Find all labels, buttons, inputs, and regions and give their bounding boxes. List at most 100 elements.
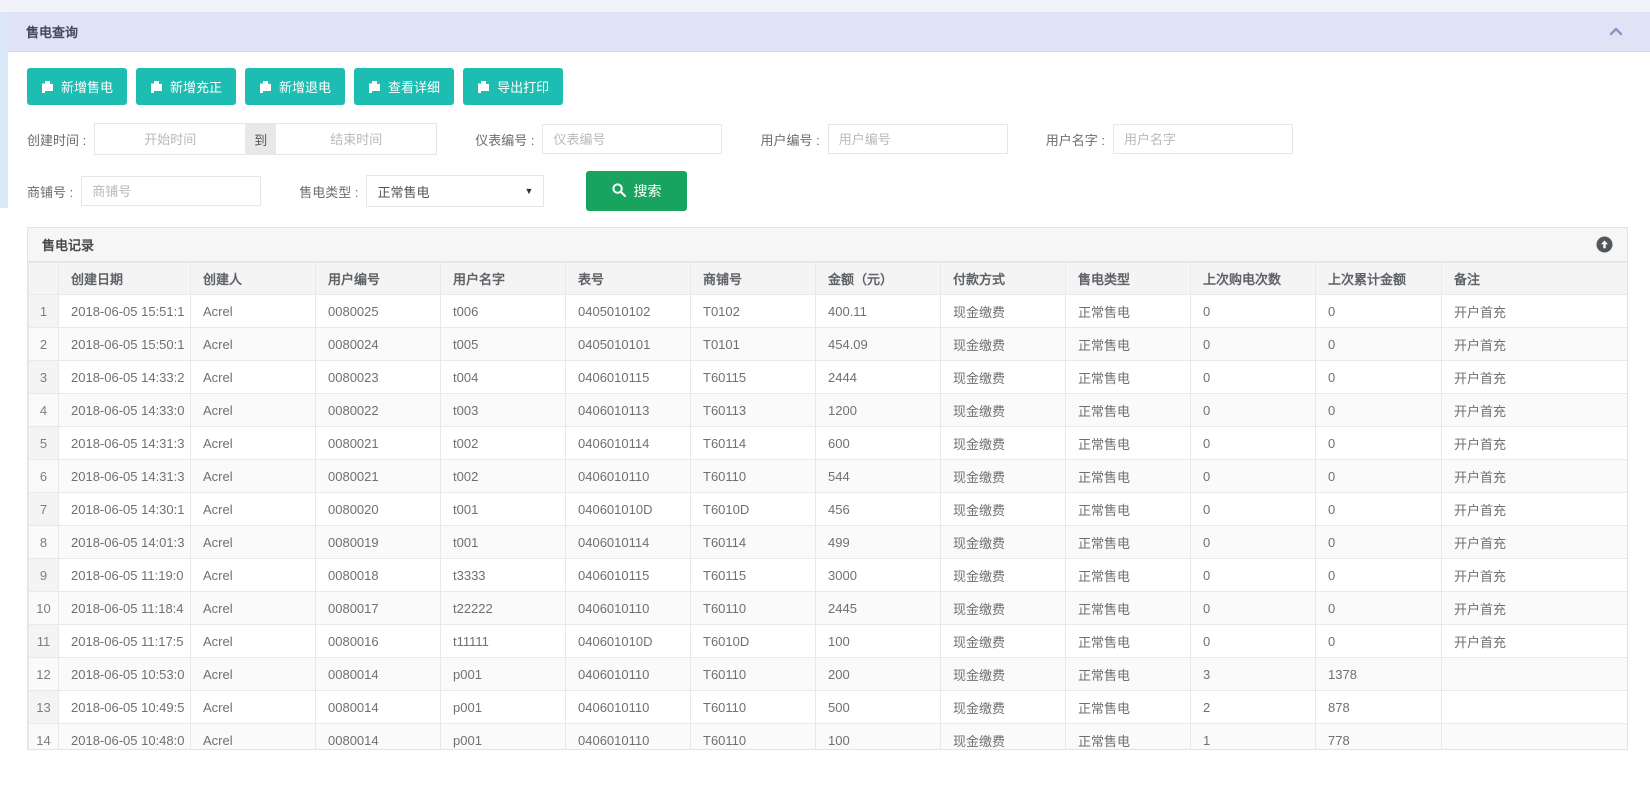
table-cell: t004 — [441, 361, 566, 394]
table-cell: 现金缴费 — [941, 658, 1066, 691]
table-cell: 0 — [1191, 493, 1316, 526]
row-index-cell: 6 — [29, 460, 59, 493]
shop-no-input[interactable] — [81, 176, 261, 206]
meter-no-label: 仪表编号 : — [475, 130, 534, 149]
records-panel-header: 售电记录 — [28, 228, 1627, 262]
table-row[interactable]: 72018-06-05 14:30:1Acrel0080020t00104060… — [29, 493, 1629, 526]
table-cell: 0 — [1316, 295, 1442, 328]
sale-type-select[interactable]: 正常售电 ▼ — [366, 175, 544, 207]
table-row[interactable]: 132018-06-05 10:49:5Acrel0080014p0010406… — [29, 691, 1629, 724]
row-index-cell: 9 — [29, 559, 59, 592]
search-button[interactable]: 搜索 — [586, 171, 687, 211]
table-cell: 现金缴费 — [941, 691, 1066, 724]
table-cell: t22222 — [441, 592, 566, 625]
row-index-cell: 12 — [29, 658, 59, 691]
chevron-up-icon[interactable] — [1608, 24, 1624, 40]
start-time-input[interactable] — [95, 124, 245, 154]
table-row[interactable]: 32018-06-05 14:33:2Acrel0080023t00404060… — [29, 361, 1629, 394]
table-cell: 0080022 — [316, 394, 441, 427]
table-cell: 开户首充 — [1442, 625, 1629, 658]
table-cell: 开户首充 — [1442, 328, 1629, 361]
row-index-cell: 8 — [29, 526, 59, 559]
user-no-input[interactable] — [828, 124, 1008, 154]
table-row[interactable]: 122018-06-05 10:53:0Acrel0080014p0010406… — [29, 658, 1629, 691]
table-cell: 0406010114 — [566, 526, 691, 559]
table-cell: 200 — [816, 658, 941, 691]
table-row[interactable]: 22018-06-05 15:50:1Acrel0080024t00504050… — [29, 328, 1629, 361]
table-cell: 0406010110 — [566, 592, 691, 625]
table-cell: 0 — [1316, 328, 1442, 361]
create-time-range: 到 — [94, 123, 437, 155]
table-cell: 正常售电 — [1066, 559, 1191, 592]
table-cell: 正常售电 — [1066, 691, 1191, 724]
table-cell: 2018-06-05 11:17:5 — [59, 625, 191, 658]
table-row[interactable]: 112018-06-05 11:17:5Acrel0080016t1111104… — [29, 625, 1629, 658]
row-index-cell: 7 — [29, 493, 59, 526]
table-cell: T60113 — [691, 394, 816, 427]
table-cell: 0080020 — [316, 493, 441, 526]
table-row[interactable]: 12018-06-05 15:51:1Acrel0080025t00604050… — [29, 295, 1629, 328]
table-cell: 2018-06-05 10:53:0 — [59, 658, 191, 691]
table-cell: 2444 — [816, 361, 941, 394]
table-cell: 100 — [816, 724, 941, 751]
table-cell: T6010D — [691, 493, 816, 526]
records-panel-title: 售电记录 — [42, 235, 94, 254]
table-cell: 2018-06-05 14:01:3 — [59, 526, 191, 559]
view-detail-button[interactable]: 查看详细 — [354, 68, 454, 105]
toolbar-button-label: 导出打印 — [497, 77, 549, 96]
search-icon — [612, 183, 626, 200]
collapse-circle-up-icon[interactable] — [1596, 236, 1613, 253]
sidebar-edge — [0, 12, 8, 208]
user-name-input[interactable] — [1113, 124, 1293, 154]
table-row[interactable]: 82018-06-05 14:01:3Acrel0080019t00104060… — [29, 526, 1629, 559]
table-cell: 现金缴费 — [941, 394, 1066, 427]
table-row[interactable]: 102018-06-05 11:18:4Acrel0080017t2222204… — [29, 592, 1629, 625]
table-cell: 0 — [1316, 361, 1442, 394]
table-row[interactable]: 62018-06-05 14:31:3Acrel0080021t00204060… — [29, 460, 1629, 493]
table-cell: 现金缴费 — [941, 493, 1066, 526]
table-cell: 400.11 — [816, 295, 941, 328]
table-cell: Acrel — [191, 394, 316, 427]
table-cell: Acrel — [191, 625, 316, 658]
table-cell: Acrel — [191, 658, 316, 691]
table-cell: T60110 — [691, 658, 816, 691]
file-icon — [368, 80, 381, 94]
table-cell: 544 — [816, 460, 941, 493]
export-print-button[interactable]: 导出打印 — [463, 68, 563, 105]
toolbar-button-label: 新增退电 — [279, 77, 331, 96]
table-cell: 开户首充 — [1442, 427, 1629, 460]
meter-no-input[interactable] — [542, 124, 722, 154]
add-recharge-button[interactable]: 新增充正 — [136, 68, 236, 105]
file-icon — [150, 80, 163, 94]
table-cell: 0 — [1316, 427, 1442, 460]
toolbar-button-label: 新增售电 — [61, 77, 113, 96]
table-cell: t001 — [441, 526, 566, 559]
table-cell: 开户首充 — [1442, 493, 1629, 526]
table-row[interactable]: 42018-06-05 14:33:0Acrel0080022t00304060… — [29, 394, 1629, 427]
table-cell: 0080016 — [316, 625, 441, 658]
table-cell: 3000 — [816, 559, 941, 592]
table-row[interactable]: 142018-06-05 10:48:0Acrel0080014p0010406… — [29, 724, 1629, 751]
top-strip — [0, 0, 1650, 12]
row-index-cell: 10 — [29, 592, 59, 625]
table-cell: Acrel — [191, 724, 316, 751]
table-cell: T0102 — [691, 295, 816, 328]
add-sale-button[interactable]: 新增售电 — [27, 68, 127, 105]
table-cell — [1442, 724, 1629, 751]
table-row[interactable]: 92018-06-05 11:19:0Acrel0080018t33330406… — [29, 559, 1629, 592]
column-header: 商铺号 — [691, 263, 816, 295]
table-cell: T60115 — [691, 361, 816, 394]
table-cell: 2 — [1191, 691, 1316, 724]
table-cell: 3 — [1191, 658, 1316, 691]
column-header: 备注 — [1442, 263, 1629, 295]
table-cell: 0 — [1316, 625, 1442, 658]
table-row[interactable]: 52018-06-05 14:31:3Acrel0080021t00204060… — [29, 427, 1629, 460]
add-refund-button[interactable]: 新增退电 — [245, 68, 345, 105]
page-header-bar: 售电查询 — [0, 12, 1650, 52]
date-range-to-label: 到 — [245, 124, 276, 154]
table-cell: 0 — [1191, 427, 1316, 460]
column-header: 付款方式 — [941, 263, 1066, 295]
table-cell: Acrel — [191, 361, 316, 394]
table-cell: 0406010113 — [566, 394, 691, 427]
end-time-input[interactable] — [276, 124, 436, 154]
